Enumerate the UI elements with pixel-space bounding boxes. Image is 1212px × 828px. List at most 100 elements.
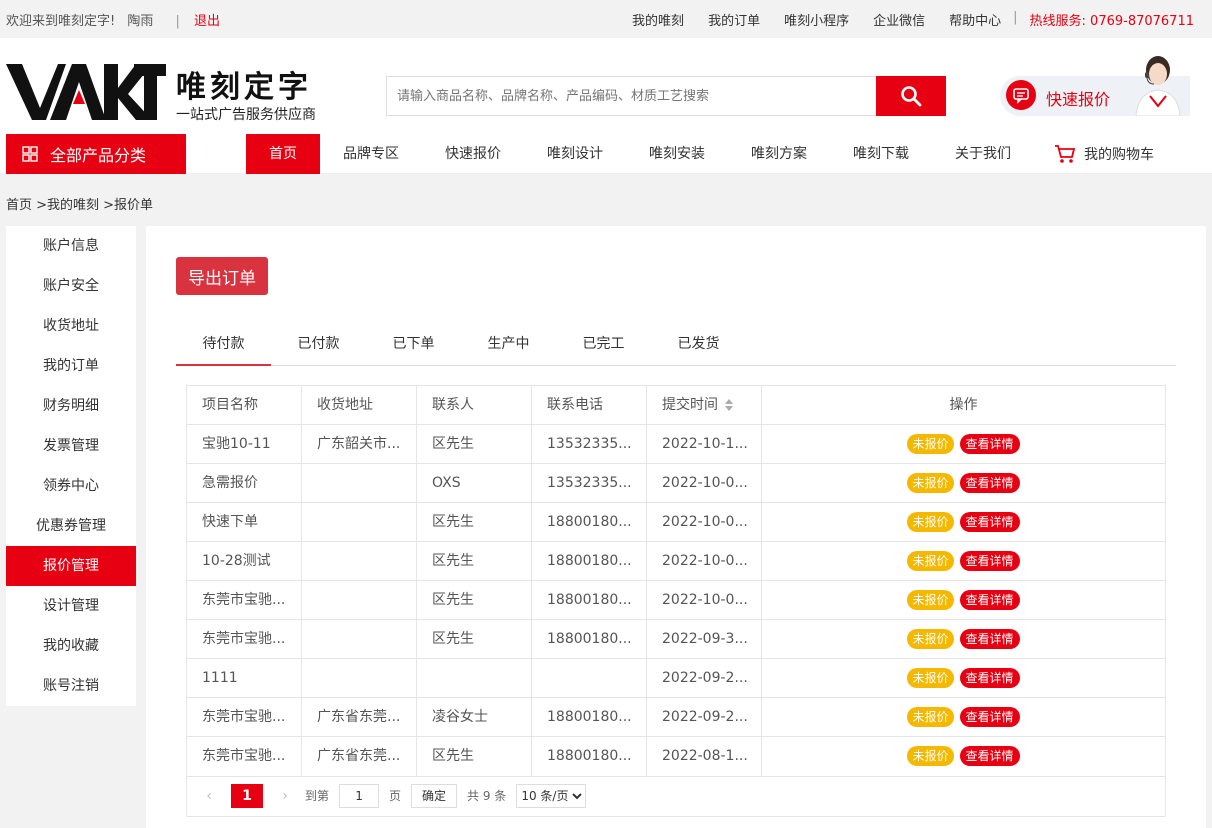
- cell-project: 10-28测试: [187, 542, 302, 580]
- view-details-button[interactable]: 查看详情: [959, 551, 1020, 571]
- cell-phone: 18800180...: [532, 737, 647, 776]
- top-link-my-vakt[interactable]: 我的唯刻: [632, 10, 684, 29]
- sidebar-item-address[interactable]: 收货地址: [6, 306, 136, 346]
- nav-solutions[interactable]: 唯刻方案: [728, 134, 830, 174]
- logo-chinese-name: 唯刻定字: [176, 70, 312, 105]
- cell-submit-time: 2022-09-3...: [647, 620, 762, 658]
- view-details-button[interactable]: 查看详情: [959, 629, 1020, 649]
- cell-submit-time: 2022-08-1...: [647, 737, 762, 776]
- nav-about[interactable]: 关于我们: [932, 134, 1034, 174]
- cell-address: [302, 620, 417, 658]
- cell-phone: 13532335...: [532, 464, 647, 502]
- top-link-wecom[interactable]: 企业微信: [873, 10, 925, 29]
- cell-address: 广东省东莞...: [302, 698, 417, 736]
- top-bar: 欢迎来到唯刻定字! 陶雨 | 退出 我的唯刻 我的订单 唯刻小程序 企业微信 帮…: [0, 0, 1212, 38]
- sidebar-item-deactivate[interactable]: 账号注销: [6, 666, 136, 706]
- tab-paid[interactable]: 已付款: [271, 330, 366, 366]
- nav-install[interactable]: 唯刻安装: [626, 134, 728, 174]
- nav-design[interactable]: 唯刻设计: [524, 134, 626, 174]
- page-number-current[interactable]: 1: [231, 783, 263, 808]
- nav-home[interactable]: 首页: [246, 134, 320, 174]
- tab-completed[interactable]: 已完工: [556, 330, 651, 366]
- cell-phone: 18800180...: [532, 542, 647, 580]
- view-details-button[interactable]: 查看详情: [959, 668, 1020, 688]
- view-details-button[interactable]: 查看详情: [959, 590, 1020, 610]
- sidebar-item-design-manage[interactable]: 设计管理: [6, 586, 136, 626]
- sidebar-item-finance[interactable]: 财务明细: [6, 386, 136, 426]
- status-badge: 未报价: [907, 746, 954, 766]
- status-badge: 未报价: [907, 707, 954, 727]
- view-details-button[interactable]: 查看详情: [959, 434, 1020, 454]
- tab-pending-payment[interactable]: 待付款: [176, 330, 271, 366]
- table-row: 1111 2022-09-2... 未报价 查看详情: [187, 659, 1165, 698]
- col-header-submit-time[interactable]: 提交时间: [647, 386, 762, 424]
- cell-address: [302, 503, 417, 541]
- cell-phone: 18800180...: [532, 503, 647, 541]
- page-size-select[interactable]: 10 条/页: [516, 783, 587, 808]
- cell-actions: 未报价 查看详情: [762, 503, 1165, 541]
- sidebar-item-quote-manage[interactable]: 报价管理: [6, 546, 136, 586]
- goto-page-input[interactable]: [339, 783, 380, 808]
- quick-quote-button[interactable]: 快速报价: [1000, 56, 1190, 116]
- sidebar-item-my-orders[interactable]: 我的订单: [6, 346, 136, 386]
- table-row: 东莞市宝驰... 广东省东莞... 区先生 18800180... 2022-08-1.…: [187, 737, 1165, 776]
- top-link-mini-program[interactable]: 唯刻小程序: [784, 10, 849, 29]
- cell-project: 1111: [187, 659, 302, 697]
- hotline-label: 热线服务:: [1029, 14, 1086, 29]
- col-header-actions: 操作: [949, 397, 978, 413]
- cell-project: 东莞市宝驰...: [187, 581, 302, 619]
- view-details-button[interactable]: 查看详情: [959, 512, 1020, 532]
- cell-phone: [532, 659, 647, 697]
- sidebar-item-account-security[interactable]: 账户安全: [6, 266, 136, 306]
- sidebar-item-coupon-center[interactable]: 领券中心: [6, 466, 136, 506]
- search-button[interactable]: [876, 76, 946, 116]
- cart-link[interactable]: 我的购物车: [1054, 134, 1154, 174]
- col-header-phone: 联系电话: [532, 386, 647, 424]
- action-group: 未报价 查看详情: [762, 503, 1165, 541]
- cell-address: [302, 464, 417, 502]
- nav-brand-zone[interactable]: 品牌专区: [320, 134, 422, 174]
- view-details-button[interactable]: 查看详情: [959, 473, 1020, 493]
- next-page-icon[interactable]: ›: [273, 788, 297, 804]
- cell-contact: 区先生: [417, 503, 532, 541]
- sidebar-item-account-info[interactable]: 账户信息: [6, 226, 136, 266]
- sidebar-item-coupon-manage[interactable]: 优惠券管理: [6, 506, 136, 546]
- sidebar-item-invoice[interactable]: 发票管理: [6, 426, 136, 466]
- search-icon: [901, 86, 922, 107]
- nav-quick-quote[interactable]: 快速报价: [422, 134, 524, 174]
- main-nav: 全部产品分类 首页 品牌专区 快速报价 唯刻设计 唯刻安装 唯刻方案 唯刻下载 …: [0, 134, 1212, 174]
- cell-contact: 区先生: [417, 620, 532, 658]
- username[interactable]: 陶雨: [127, 14, 153, 29]
- prev-page-icon[interactable]: ‹: [197, 788, 221, 804]
- logout-link[interactable]: 退出: [194, 14, 220, 29]
- view-details-button[interactable]: 查看详情: [959, 707, 1020, 727]
- goto-confirm-button[interactable]: 确定: [411, 783, 458, 808]
- site-logo[interactable]: 唯刻定字 一站式广告服务供应商: [6, 62, 336, 124]
- quote-table: 项目名称 收货地址 联系人 联系电话 提交时间 操作 宝驰10-11 广东韶关市.…: [186, 385, 1166, 777]
- col-header-project: 项目名称: [187, 386, 302, 424]
- top-link-my-orders[interactable]: 我的订单: [708, 10, 760, 29]
- cell-actions: 未报价 查看详情: [762, 542, 1165, 580]
- cell-contact: [417, 659, 532, 697]
- status-badge: 未报价: [907, 512, 954, 532]
- view-details-button[interactable]: 查看详情: [959, 746, 1020, 766]
- search-input[interactable]: [386, 76, 876, 116]
- cell-submit-time: 2022-10-0...: [647, 542, 762, 580]
- cell-actions: 未报价 查看详情: [762, 737, 1165, 776]
- cell-actions: 未报价 查看详情: [762, 581, 1165, 619]
- nav-download[interactable]: 唯刻下载: [830, 134, 932, 174]
- tab-shipped[interactable]: 已发货: [651, 330, 746, 366]
- tab-ordered[interactable]: 已下单: [366, 330, 461, 366]
- top-link-help[interactable]: 帮助中心: [949, 10, 1001, 29]
- sidebar-item-favorites[interactable]: 我的收藏: [6, 626, 136, 666]
- hotline: 热线服务: 0769-87076711: [1030, 10, 1194, 29]
- welcome-area: 欢迎来到唯刻定字! 陶雨 | 退出: [6, 10, 228, 29]
- all-categories-button[interactable]: 全部产品分类: [6, 134, 186, 174]
- sort-icon[interactable]: [724, 398, 734, 412]
- cell-submit-time: 2022-10-0...: [647, 464, 762, 502]
- cell-phone: 18800180...: [532, 581, 647, 619]
- export-orders-button[interactable]: 导出订单: [176, 257, 268, 295]
- cell-actions: 未报价 查看详情: [762, 698, 1165, 736]
- tab-in-production[interactable]: 生产中: [461, 330, 556, 366]
- status-tabs: 待付款 已付款 已下单 生产中 已完工 已发货: [176, 330, 1176, 366]
